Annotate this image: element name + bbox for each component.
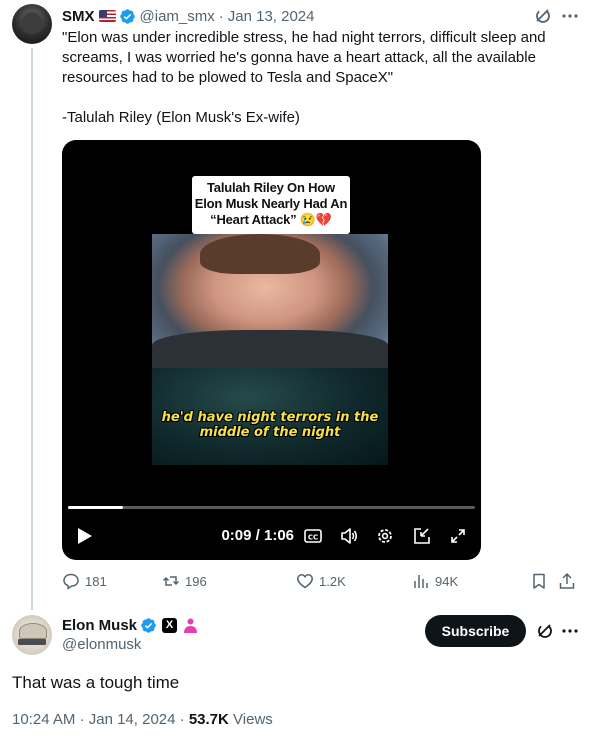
analytics-icon: [414, 575, 428, 588]
settings-gear-icon[interactable]: [375, 526, 395, 546]
heart-icon: [297, 574, 313, 589]
more-options-icon[interactable]: [560, 6, 580, 26]
separator-dot: ·: [179, 711, 189, 728]
separator-dot: ·: [79, 711, 89, 728]
avatar-elonmusk[interactable]: [12, 615, 52, 655]
views-label: Views: [233, 711, 273, 728]
repost-button[interactable]: 196: [162, 570, 207, 592]
author-handle[interactable]: @elonmusk: [62, 636, 141, 653]
author-name[interactable]: Elon Musk: [62, 617, 137, 634]
author-name[interactable]: SMX: [62, 8, 95, 25]
video-time: 0:09 / 1:06: [221, 527, 294, 544]
video-progress-bar[interactable]: [68, 506, 475, 509]
bookmark-icon: [533, 573, 545, 589]
svg-text:CC: CC: [308, 533, 318, 541]
tweet-meta: 10:24 AM · Jan 14, 2024 · 53.7K Views: [12, 711, 273, 728]
video-caption: Talulah Riley On How Elon Musk Nearly Ha…: [192, 176, 350, 234]
like-count: 1.2K: [319, 573, 346, 589]
tweet-text: That was a tough time: [12, 673, 180, 692]
tweet-time[interactable]: 10:24 AM: [12, 711, 75, 728]
separator-dot: ·: [218, 7, 224, 25]
tweet-date[interactable]: Jan 13, 2024: [228, 8, 315, 25]
reply-icon: [63, 573, 79, 590]
us-flag-icon: [98, 10, 116, 22]
views-button[interactable]: 94K: [412, 570, 458, 592]
more-options-icon[interactable]: [560, 621, 580, 641]
views-count: 94K: [435, 573, 459, 589]
affiliate-badge-icon[interactable]: [182, 617, 199, 634]
tweet-date[interactable]: Jan 14, 2024: [89, 711, 176, 728]
thread-line: [31, 48, 33, 610]
share-icon: [559, 572, 575, 589]
picture-in-picture-icon[interactable]: [412, 526, 432, 546]
like-button[interactable]: 1.2K: [296, 570, 346, 592]
views-count: 53.7K: [188, 711, 229, 728]
video-player[interactable]: Talulah Riley On How Elon Musk Nearly Ha…: [62, 140, 481, 560]
video-frame-image: [152, 234, 388, 368]
grok-icon[interactable]: [535, 621, 555, 641]
share-button[interactable]: [558, 570, 576, 592]
repost-count: 196: [185, 573, 207, 589]
bookmark-button[interactable]: [530, 570, 548, 592]
subscribe-button[interactable]: Subscribe: [425, 615, 526, 647]
video-subtitle: he'd have night terrors in the middle of…: [161, 410, 379, 440]
reply-button[interactable]: 181: [62, 570, 107, 592]
grok-icon[interactable]: [533, 6, 553, 26]
captions-icon[interactable]: CC: [303, 526, 323, 546]
tweet2-header: Elon Musk X: [62, 615, 199, 635]
tweet-text: "Elon was under incredible stress, he ha…: [62, 29, 546, 126]
tweet1-header: SMX @iam_smx · Jan 13, 2024: [62, 6, 315, 26]
play-icon[interactable]: [74, 526, 94, 546]
repost-icon: [162, 576, 180, 586]
author-handle[interactable]: @iam_smx: [140, 8, 215, 25]
reply-count: 181: [85, 573, 107, 589]
tweet1-action-bar: 181 196 1.2K 94K: [62, 570, 580, 592]
fullscreen-icon[interactable]: [448, 526, 468, 546]
avatar-smx[interactable]: [12, 4, 52, 44]
video-progress-fill: [68, 506, 124, 509]
verified-badge-icon[interactable]: [119, 8, 136, 25]
verified-badge-icon[interactable]: [140, 617, 157, 634]
volume-icon[interactable]: [339, 526, 359, 546]
x-logo-icon[interactable]: X: [162, 617, 178, 633]
